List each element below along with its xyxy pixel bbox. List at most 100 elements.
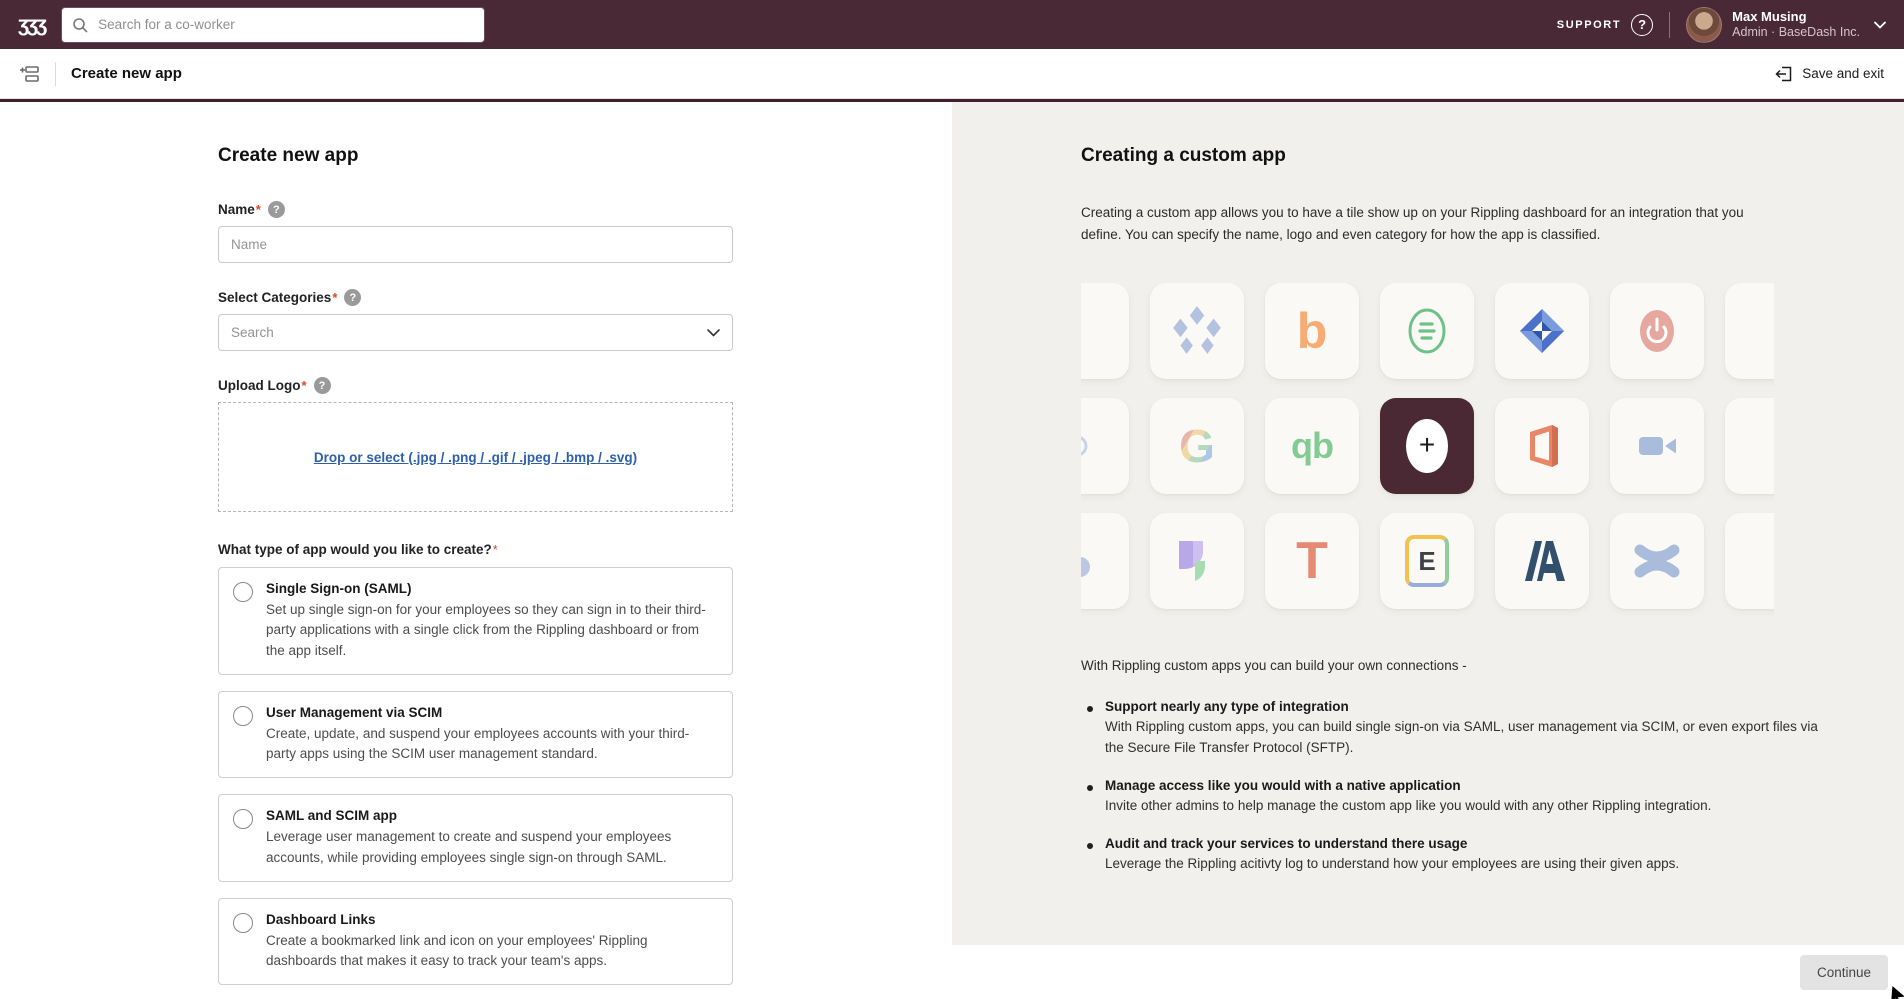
green-lines-badge-icon: [1401, 303, 1453, 359]
chevron-down-icon[interactable]: [1874, 21, 1886, 29]
custom-app-plus-tile: +: [1380, 398, 1474, 494]
categories-help-icon[interactable]: ?: [344, 289, 361, 306]
b-glyph: b: [1297, 306, 1328, 356]
aside-heading: Creating a custom app: [1081, 145, 1904, 167]
benefit-description: With Rippling custom apps, you can build…: [1105, 717, 1825, 759]
name-input[interactable]: [218, 226, 733, 263]
radio-button[interactable]: [233, 706, 253, 726]
mouse-cursor: [1888, 983, 1904, 999]
letter-g-tile: G: [1150, 398, 1244, 494]
required-asterisk: *: [301, 378, 306, 393]
app-type-question: What type of app would you like to creat…: [218, 542, 733, 557]
upload-logo-field: Upload Logo* ? Drop or select (.jpg / .p…: [218, 377, 733, 512]
plus-glyph: +: [1419, 431, 1435, 459]
benefit-title: Audit and track your services to underst…: [1105, 836, 1904, 851]
option-title: User Management via SCIM: [266, 705, 716, 720]
slash-a-icon: [1516, 539, 1568, 583]
logo-dropzone[interactable]: Drop or select (.jpg / .png / .gif / .jp…: [218, 402, 733, 512]
option-single-sign-on-saml[interactable]: Single Sign-on (SAML) Set up single sign…: [218, 567, 733, 675]
continue-button[interactable]: Continue: [1800, 955, 1888, 990]
upload-help-icon[interactable]: ?: [314, 377, 331, 394]
option-description: Create a bookmarked link and icon on you…: [266, 931, 716, 972]
top-bar: ʒʒʒ SUPPORT ? Max Musing Admin · BaseDas…: [0, 0, 1904, 49]
help-icon[interactable]: ?: [1631, 14, 1653, 36]
page-header: Create new app Save and exit: [0, 49, 1904, 99]
categories-label: Select Categories*: [218, 290, 337, 305]
name-help-icon[interactable]: ?: [268, 201, 285, 218]
letter-sa-tile-partial: sa: [1725, 398, 1774, 494]
tile-row: 1 b: [1081, 283, 1774, 379]
boxed-e-icon: E: [1405, 535, 1449, 587]
diamond-pair-tile-partial: [1725, 283, 1774, 379]
office-tile: [1495, 398, 1589, 494]
video-camera-icon: [1631, 420, 1683, 472]
dots-tile-partial: [1725, 513, 1774, 609]
drop-or-select-link[interactable]: Drop or select (.jpg / .png / .gif / .jp…: [314, 450, 637, 465]
option-title: Dashboard Links: [266, 912, 716, 927]
e-glyph: E: [1418, 546, 1435, 577]
option-dashboard-links[interactable]: Dashboard Links Create a bookmarked link…: [218, 898, 733, 986]
blue-diamond-tile: [1495, 283, 1589, 379]
page-title: Create new app: [71, 65, 182, 82]
radio-button[interactable]: [233, 913, 253, 933]
power-badge-tile: [1610, 283, 1704, 379]
diamond-pair-icon: [1744, 303, 1774, 359]
name-field: Name* ?: [218, 201, 733, 263]
save-and-exit-label: Save and exit: [1802, 66, 1884, 81]
blue-diamond-icon: [1516, 305, 1568, 357]
benefit-description: Invite other admins to help manage the c…: [1105, 796, 1825, 817]
radio-button[interactable]: [233, 582, 253, 602]
benefit-title: Support nearly any type of integration: [1105, 699, 1904, 714]
cloud-icon: [1081, 539, 1092, 583]
support-link[interactable]: SUPPORT: [1557, 19, 1621, 31]
qb-glyph: qb: [1291, 428, 1333, 464]
diamond-star-icon: [1169, 303, 1225, 359]
avatar[interactable]: [1686, 7, 1722, 43]
required-asterisk: *: [256, 202, 261, 217]
boxed-e-tile: E: [1380, 513, 1474, 609]
list-add-icon[interactable]: [20, 65, 40, 83]
categories-select[interactable]: [218, 314, 733, 351]
benefit-title: Manage access like you would with a nati…: [1105, 778, 1904, 793]
option-description: Set up single sign-on for your employees…: [266, 600, 716, 661]
option-saml-and-scim[interactable]: SAML and SCIM app Leverage user manageme…: [218, 794, 733, 882]
leaf-icon: [1173, 537, 1221, 585]
option-title: Single Sign-on (SAML): [266, 581, 716, 596]
coworker-search: [61, 7, 485, 43]
aside-intro: Creating a custom app allows you to have…: [1081, 202, 1761, 245]
letter-t-tile: T: [1265, 513, 1359, 609]
categories-search-input[interactable]: [218, 314, 733, 351]
google-g-glyph: G: [1179, 423, 1215, 469]
header-divider: [55, 62, 56, 86]
ro-target-tile-partial: ro: [1081, 398, 1129, 494]
search-icon: [72, 17, 88, 33]
create-app-form-pane: Create new app Name* ? Select Categories…: [0, 102, 952, 945]
target-icon: [1081, 434, 1089, 458]
categories-field: Select Categories* ?: [218, 289, 733, 351]
radio-button[interactable]: [233, 809, 253, 829]
save-and-exit-button[interactable]: Save and exit: [1775, 65, 1884, 83]
plus-oval-icon: +: [1406, 419, 1448, 473]
option-description: Create, update, and suspend your employe…: [266, 724, 716, 765]
benefit-item: Manage access like you would with a nati…: [1081, 778, 1904, 817]
option-description: Leverage user management to create and s…: [266, 827, 716, 868]
connections-note: With Rippling custom apps you can build …: [1081, 658, 1904, 673]
name-label: Name*: [218, 202, 261, 217]
t-glyph: T: [1296, 535, 1328, 587]
user-name: Max Musing: [1732, 9, 1860, 25]
cloud-tile-partial: [1081, 513, 1129, 609]
leaf-tile: [1150, 513, 1244, 609]
upload-logo-label: Upload Logo*: [218, 378, 307, 393]
option-title: SAML and SCIM app: [266, 808, 716, 823]
exit-icon: [1775, 65, 1793, 83]
letter-b-tile: b: [1265, 283, 1359, 379]
letter-a-tile: [1495, 513, 1589, 609]
rippling-logo[interactable]: ʒʒʒ: [18, 14, 45, 35]
office-icon: [1516, 420, 1568, 472]
tile-row: T E: [1081, 513, 1774, 609]
power-icon: [1631, 303, 1683, 359]
search-input[interactable]: [61, 7, 485, 43]
letter-qb-tile: qb: [1265, 398, 1359, 494]
user-menu[interactable]: Max Musing Admin · BaseDash Inc.: [1732, 9, 1860, 41]
option-user-management-scim[interactable]: User Management via SCIM Create, update,…: [218, 691, 733, 779]
